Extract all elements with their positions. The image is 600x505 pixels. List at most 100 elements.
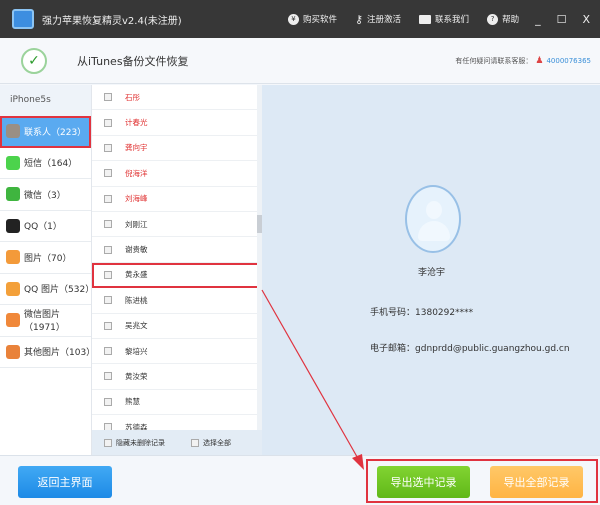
device-name: iPhone5s (0, 85, 91, 116)
register-button[interactable]: ⚷ 注册激活 (355, 13, 401, 26)
contact-row[interactable]: 倪海洋 (92, 161, 262, 187)
yen-icon: ¥ (287, 13, 299, 25)
hide-undeleted-label: 隐藏未删除记录 (116, 438, 165, 447)
sidebar-item-label: 联系人（223） (24, 127, 87, 138)
contact-row-name: 倪海洋 (125, 168, 148, 178)
sidebar-item[interactable]: QQ（1） (0, 211, 91, 242)
contact-row-name: 黎培兴 (125, 346, 148, 356)
sidebar-item-label: 微信图片（1971） (24, 310, 65, 334)
back-to-main-button[interactable]: 返回主界面 (18, 466, 112, 498)
buy-button[interactable]: ¥ 购买软件 (287, 13, 337, 25)
contact-row-name: 吴兆文 (125, 321, 148, 331)
phone-label: 手机号码： (370, 308, 416, 318)
contact-row[interactable]: 谢贵敏 (92, 237, 262, 263)
category-icon (6, 281, 20, 296)
row-checkbox[interactable] (104, 220, 112, 229)
contact-name: 李沧宇 (418, 268, 446, 278)
buy-label: 购买软件 (302, 15, 337, 25)
contact-row[interactable]: 计春光 (92, 110, 262, 136)
contact-label: 联系我们 (435, 15, 470, 25)
sidebar-item-label: QQ（1） (24, 222, 62, 233)
sidebar-item[interactable]: QQ 图片（532） (0, 274, 95, 305)
row-checkbox[interactable] (104, 372, 112, 381)
list-footer: 隐藏未删除记录 选择全部 (92, 430, 262, 455)
contact-row[interactable]: 黄永盛 (92, 262, 260, 289)
contact-list: 石彤 计春光 龚向宇 倪海洋 刘海峰 刘刚江 谢贵敏 黄永盛 陈进桃 吴兆文 黎培兴 黄汝荣 熊慧 苏德森… (92, 85, 262, 455)
contact-row[interactable]: 吴兆文 (92, 314, 262, 339)
chat-icon (419, 14, 432, 24)
category-sidebar: iPhone5s 联系人（223） 短信（164） 微信（3） QQ（1） 图片（70）… (0, 85, 96, 455)
row-checkbox[interactable] (104, 143, 112, 152)
row-checkbox[interactable] (104, 169, 112, 178)
email-value: gdnprdd@public.guangzhou.gd.cn (415, 344, 570, 354)
category-icon (6, 218, 20, 233)
category-icon (6, 124, 20, 139)
row-checkbox[interactable] (104, 245, 112, 254)
sidebar-item-label: 其他图片（103） (24, 348, 96, 359)
check-logo-icon: ✓ (21, 47, 47, 74)
category-icon (6, 344, 20, 359)
contact-row-name: 谢贵敏 (125, 245, 148, 255)
contact-label: 有任何疑问请联系客服： (455, 56, 533, 65)
title-bar: 强力苹果恢复精灵v2.4(未注册) ¥ 购买软件 ⚷ 注册激活 联系我们 ? 帮助 _… (0, 0, 600, 38)
row-checkbox[interactable] (104, 118, 112, 127)
row-checkbox[interactable] (104, 347, 112, 356)
row-checkbox[interactable] (104, 397, 112, 406)
app-title: 强力苹果恢复精灵v2.4(未注册) (42, 15, 182, 27)
row-checkbox[interactable] (104, 321, 112, 330)
sidebar-item-label: 微信（3） (24, 190, 66, 201)
sidebar-item[interactable]: 微信图片（1971） (0, 305, 91, 337)
select-all-label: 选择全部 (203, 438, 231, 447)
contact-row[interactable]: 熊慧 (92, 390, 262, 416)
contact-row-name: 黄永盛 (125, 270, 148, 280)
contact-row[interactable]: 黎培兴 (92, 339, 262, 365)
select-all-checkbox[interactable] (191, 438, 199, 447)
contact-row[interactable]: 刘海峰 (92, 187, 262, 212)
row-checkbox[interactable] (104, 194, 112, 203)
contact-row-name: 刘刚江 (125, 219, 148, 229)
help-button[interactable]: ? 帮助 (487, 13, 519, 25)
contact-row[interactable]: 龚向宇 (92, 136, 262, 162)
help-label: 帮助 (502, 15, 520, 25)
contact-row[interactable]: 石彤 (92, 85, 262, 111)
category-icon (6, 250, 20, 265)
contact-row-name: 计春光 (125, 118, 148, 128)
category-icon (6, 187, 20, 202)
row-checkbox[interactable] (104, 93, 112, 102)
contact-row-name: 陈进桃 (125, 295, 148, 305)
sidebar-item-label: QQ 图片（532） (24, 285, 95, 296)
register-label: 注册激活 (367, 15, 402, 25)
qq-penguin-icon: ♟ (535, 55, 544, 66)
category-icon (6, 313, 20, 328)
phone-field: 手机号码：1380292**** (370, 305, 473, 318)
contact-row-name: 石彤 (125, 92, 140, 102)
contact-row-name: 刘海峰 (125, 194, 148, 204)
contact-detail: 李沧宇 手机号码：1380292**** 电子邮箱：gdnprdd@public… (262, 85, 600, 455)
sidebar-item[interactable]: 图片（70） (0, 242, 91, 274)
export-all-button[interactable]: 导出全部记录 (490, 466, 583, 498)
sidebar-item-label: 短信（164） (24, 159, 78, 170)
key-icon: ⚷ (354, 12, 364, 26)
contact-button[interactable]: 联系我们 (419, 13, 469, 25)
sidebar-item[interactable]: 其他图片（103） (0, 337, 96, 368)
row-checkbox[interactable] (104, 296, 112, 305)
page-title: 从iTunes备份文件恢复 (77, 54, 189, 68)
hide-undeleted-checkbox[interactable] (104, 438, 112, 447)
sidebar-item[interactable]: 短信（164） (0, 148, 91, 179)
contact-row[interactable]: 陈进桃 (92, 288, 262, 314)
minimize-button[interactable]: _ (535, 13, 541, 26)
sidebar-item[interactable]: 联系人（223） (0, 116, 91, 148)
bottom-bar: 返回主界面 导出选中记录 导出全部记录 (0, 455, 600, 505)
contact-row[interactable]: 刘刚江 (92, 212, 262, 238)
export-selected-button[interactable]: 导出选中记录 (377, 466, 470, 498)
contact-number[interactable]: 4000076365 (546, 57, 591, 65)
contact-row-name: 熊慧 (125, 397, 140, 407)
email-label: 电子邮箱： (370, 344, 416, 354)
sidebar-item[interactable]: 微信（3） (0, 179, 91, 211)
email-field: 电子邮箱：gdnprdd@public.guangzhou.gd.cn (370, 341, 570, 354)
close-button[interactable]: X (582, 13, 590, 26)
maximize-button[interactable]: ☐ (557, 13, 567, 26)
contact-row[interactable]: 黄汝荣 (92, 364, 262, 390)
contact-row-name: 黄汝荣 (125, 371, 148, 381)
row-checkbox[interactable] (104, 270, 112, 279)
